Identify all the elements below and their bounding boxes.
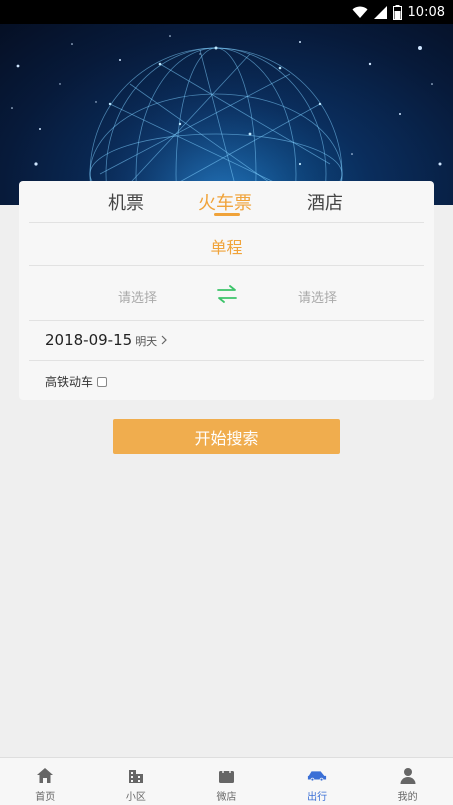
trip-type-selector[interactable]: 单程 bbox=[19, 234, 434, 258]
high-speed-checkbox[interactable] bbox=[97, 376, 108, 387]
date-selector[interactable]: 2018-09-15 明天 bbox=[45, 331, 168, 349]
nav-item-home[interactable]: 首页 bbox=[0, 758, 91, 805]
active-tab-indicator bbox=[214, 213, 240, 216]
battery-icon bbox=[392, 4, 402, 20]
booking-card: 机票 火车票 酒店 单程 请选择 请选择 2018-09-15 明天 高铁动车 bbox=[19, 181, 434, 400]
nav-label: 小区 bbox=[125, 792, 146, 803]
date-day-label: 明天 bbox=[135, 335, 158, 348]
chevron-right-icon bbox=[161, 335, 168, 345]
from-station-input[interactable]: 请选择 bbox=[118, 287, 157, 306]
status-bar: 10:08 bbox=[0, 0, 453, 24]
user-icon bbox=[398, 765, 418, 785]
tab-train[interactable]: 火车票 bbox=[198, 189, 252, 215]
signal-icon bbox=[373, 5, 387, 19]
high-speed-filter[interactable]: 高铁动车 bbox=[45, 373, 108, 390]
date-value: 2018-09-15 bbox=[45, 331, 133, 349]
divider bbox=[29, 360, 424, 361]
nav-label: 出行 bbox=[307, 792, 328, 803]
building-icon bbox=[126, 765, 146, 785]
nav-label: 我的 bbox=[397, 792, 418, 803]
tab-flight[interactable]: 机票 bbox=[108, 189, 144, 215]
wifi-icon bbox=[352, 6, 368, 18]
nav-item-travel[interactable]: 出行 bbox=[272, 758, 363, 805]
tab-bar: 机票 火车票 酒店 bbox=[19, 181, 434, 222]
divider bbox=[29, 265, 424, 266]
status-time: 10:08 bbox=[407, 4, 445, 20]
nav-item-shop[interactable]: 微店 bbox=[181, 758, 272, 805]
divider bbox=[29, 222, 424, 223]
home-icon bbox=[35, 765, 55, 785]
car-icon bbox=[307, 765, 327, 785]
high-speed-label: 高铁动车 bbox=[45, 375, 94, 389]
hero-banner bbox=[0, 24, 453, 205]
nav-label: 微店 bbox=[216, 792, 237, 803]
search-button[interactable]: 开始搜索 bbox=[113, 419, 340, 454]
nav-item-profile[interactable]: 我的 bbox=[362, 758, 453, 805]
swap-icon[interactable] bbox=[217, 285, 237, 303]
tab-hotel[interactable]: 酒店 bbox=[307, 189, 343, 215]
nav-item-community[interactable]: 小区 bbox=[91, 758, 182, 805]
bottom-nav: 首页 小区 微店 出行 我的 bbox=[0, 757, 453, 805]
to-station-input[interactable]: 请选择 bbox=[298, 287, 337, 306]
divider bbox=[29, 320, 424, 321]
shopping-bag-icon bbox=[216, 765, 236, 785]
nav-label: 首页 bbox=[35, 792, 56, 803]
